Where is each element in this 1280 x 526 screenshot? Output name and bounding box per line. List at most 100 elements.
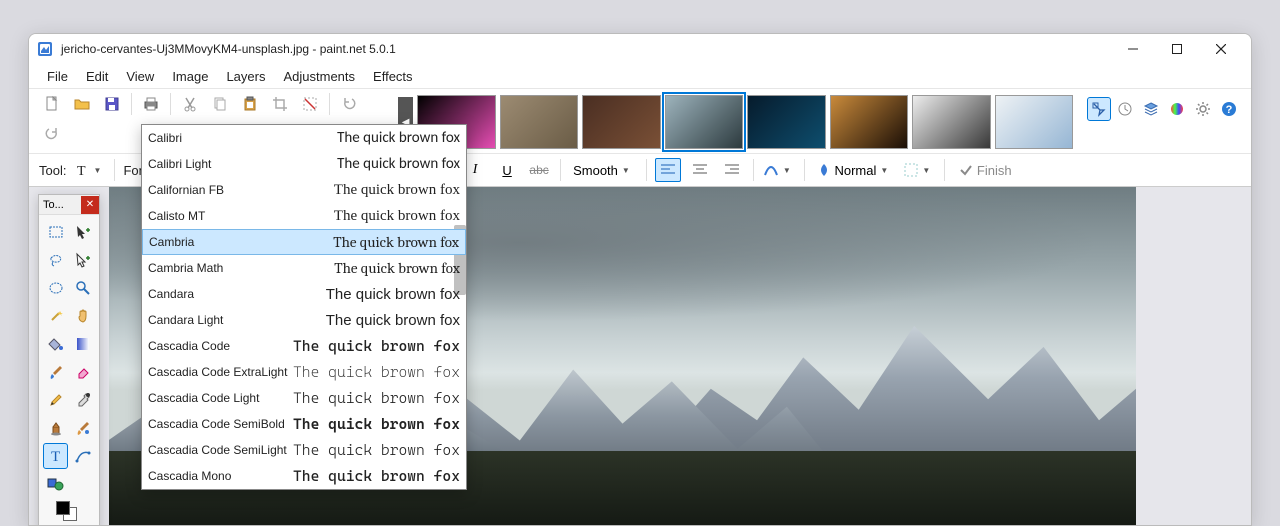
font-option-name: Cascadia Mono — [148, 469, 293, 483]
new-button[interactable] — [39, 91, 65, 117]
font-option-name: Candara Light — [148, 313, 293, 327]
thumbnail-cat-bed[interactable] — [500, 95, 578, 149]
undo-button[interactable] — [336, 91, 362, 117]
align-right-button[interactable] — [719, 158, 745, 182]
font-option[interactable]: CalibriThe quick brown fox — [142, 125, 466, 151]
font-option[interactable]: CambriaThe quick brown fox — [142, 229, 466, 255]
print-button[interactable] — [138, 91, 164, 117]
menu-view[interactable]: View — [118, 66, 162, 87]
lasso-select-tool[interactable] — [43, 247, 68, 273]
font-option-preview: The quick brown fox — [293, 155, 460, 173]
text-tool[interactable]: T — [43, 443, 68, 469]
color-picker-tool[interactable] — [70, 387, 95, 413]
help-button[interactable]: ? — [1217, 97, 1241, 121]
menu-edit[interactable]: Edit — [78, 66, 116, 87]
font-option-name: Cambria Math — [148, 261, 293, 275]
finish-button[interactable]: Finish — [953, 158, 1017, 182]
tool-chooser[interactable]: T▼ — [72, 158, 106, 182]
copy-button[interactable] — [207, 91, 233, 117]
font-option[interactable]: Cascadia Code SemiLightThe quick brown f… — [142, 437, 466, 463]
antialias-toggle[interactable]: ▼ — [762, 158, 796, 182]
strikeout-button[interactable]: abc — [526, 158, 552, 182]
line-curve-tool[interactable] — [70, 443, 95, 469]
redo-button[interactable] — [39, 121, 65, 147]
font-option[interactable]: Calibri LightThe quick brown fox — [142, 151, 466, 177]
text-rendering-combo[interactable]: Smooth▼ — [569, 158, 638, 182]
font-option[interactable]: Cascadia Code ExtraLightThe quick brown … — [142, 359, 466, 385]
font-option-name: Cascadia Code SemiBold — [148, 417, 293, 431]
align-left-button[interactable] — [655, 158, 681, 182]
font-option[interactable]: Cascadia CodeThe quick brown fox — [142, 333, 466, 359]
font-option[interactable]: CandaraThe quick brown fox — [142, 281, 466, 307]
font-option[interactable]: Cascadia Code SemiBoldThe quick brown fo… — [142, 411, 466, 437]
minimize-button[interactable] — [1111, 34, 1155, 64]
move-selected-pixels-tool[interactable] — [70, 219, 95, 245]
image-thumbnails: ◀ — [394, 89, 1077, 153]
cut-button[interactable] — [177, 91, 203, 117]
align-center-button[interactable] — [687, 158, 713, 182]
close-button[interactable] — [1199, 34, 1243, 64]
pan-tool[interactable] — [70, 303, 95, 329]
rectangle-select-tool[interactable] — [43, 219, 68, 245]
thumbnail-mountain-lake[interactable] — [665, 95, 743, 149]
font-option-preview: The quick brown fox — [293, 286, 460, 303]
zoom-tool[interactable] — [70, 275, 95, 301]
paintbrush-tool[interactable] — [43, 359, 68, 385]
tools-window-toggle[interactable] — [1087, 97, 1111, 121]
underline-button[interactable]: U — [494, 158, 520, 182]
menu-effects[interactable]: Effects — [365, 66, 421, 87]
recolor-tool[interactable] — [70, 415, 95, 441]
magic-wand-tool[interactable] — [43, 303, 68, 329]
menu-adjustments[interactable]: Adjustments — [275, 66, 363, 87]
font-dropdown[interactable]: CalibriThe quick brown foxCalibri LightT… — [141, 124, 467, 490]
font-option-preview: The quick brown fox — [293, 337, 460, 355]
font-option[interactable]: Cascadia Code LightThe quick brown fox — [142, 385, 466, 411]
gradient-tool[interactable] — [70, 331, 95, 357]
paint-bucket-tool[interactable] — [43, 331, 68, 357]
tools-window-close[interactable]: ✕ — [81, 196, 99, 214]
tools-window[interactable]: To... ✕ T — [38, 194, 100, 525]
thumbnail-snow-walker[interactable] — [995, 95, 1073, 149]
tools-window-titlebar[interactable]: To... ✕ — [39, 195, 99, 215]
font-option[interactable]: Cascadia MonoThe quick brown fox — [142, 463, 466, 489]
selection-clip-toggle[interactable]: ▼ — [902, 158, 936, 182]
menu-layers[interactable]: Layers — [218, 66, 273, 87]
titlebar[interactable]: jericho-cervantes-Uj3MMovyKM4-unsplash.j… — [29, 34, 1251, 64]
thumbnail-cat-stretch[interactable] — [582, 95, 660, 149]
paste-button[interactable] — [237, 91, 263, 117]
shapes-tool[interactable] — [43, 471, 68, 497]
font-option-preview: The quick brown fox — [293, 363, 460, 381]
open-button[interactable] — [69, 91, 95, 117]
font-option[interactable]: Candara LightThe quick brown fox — [142, 307, 466, 333]
history-window-toggle[interactable] — [1113, 97, 1137, 121]
font-option[interactable]: Cambria MathThe quick brown fox — [142, 255, 466, 281]
clone-stamp-tool[interactable] — [43, 415, 68, 441]
colors-window-toggle[interactable] — [1165, 97, 1189, 121]
crop-button[interactable] — [267, 91, 293, 117]
move-selection-tool[interactable] — [70, 247, 95, 273]
svg-text:?: ? — [1226, 104, 1233, 116]
ellipse-select-tool[interactable] — [43, 275, 68, 301]
font-option[interactable]: Californian FBThe quick brown fox — [142, 177, 466, 203]
font-option-name: Cascadia Code SemiLight — [148, 443, 293, 457]
layers-window-toggle[interactable] — [1139, 97, 1163, 121]
font-option-preview: The quick brown fox — [293, 467, 460, 485]
eraser-tool[interactable] — [70, 359, 95, 385]
pencil-tool[interactable] — [43, 387, 68, 413]
thumbnail-capybara[interactable] — [830, 95, 908, 149]
app-icon — [37, 41, 53, 57]
thumbnail-city-night[interactable] — [747, 95, 825, 149]
menu-file[interactable]: File — [39, 66, 76, 87]
maximize-button[interactable] — [1155, 34, 1199, 64]
font-option-preview: The quick brown fox — [293, 389, 460, 407]
settings-button[interactable] — [1191, 97, 1215, 121]
deselect-button[interactable] — [297, 91, 323, 117]
blend-mode-combo[interactable]: Normal▼ — [813, 158, 896, 182]
font-option-preview: The quick brown fox — [294, 233, 459, 251]
save-button[interactable] — [99, 91, 125, 117]
font-option-name: Calisto MT — [148, 209, 293, 223]
thumbnail-puppy-bw[interactable] — [912, 95, 990, 149]
menu-image[interactable]: Image — [164, 66, 216, 87]
color-swatches[interactable] — [56, 505, 82, 523]
font-option[interactable]: Calisto MTThe quick brown fox — [142, 203, 466, 229]
